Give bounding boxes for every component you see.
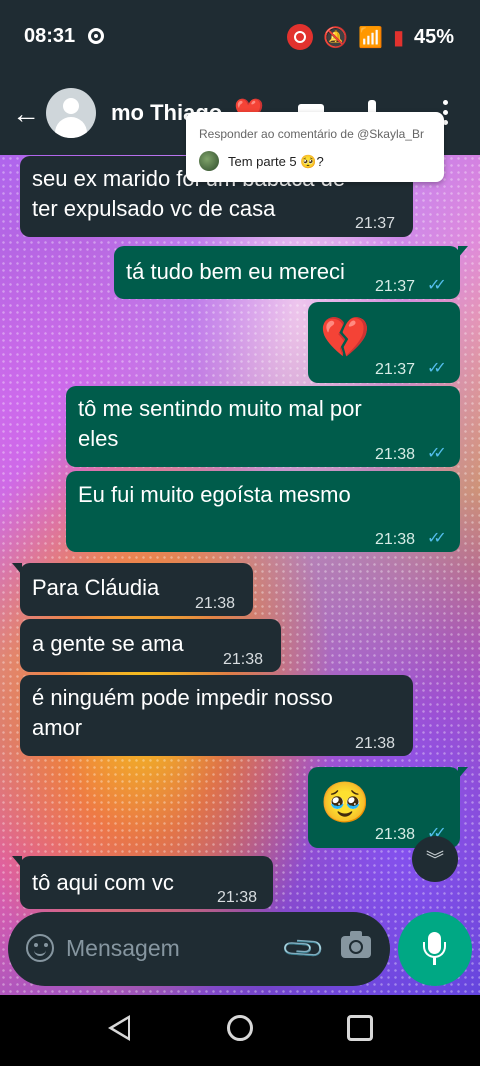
message-time: 21:38 <box>217 889 258 906</box>
message-input-bar[interactable]: Mensagem 📎 <box>8 912 390 986</box>
message-incoming[interactable]: Para Cláudia 21:38 <box>12 563 253 616</box>
message-incoming[interactable]: tô aqui com vc 21:38 <box>12 856 273 909</box>
attach-clip-icon[interactable]: 📎 <box>279 925 327 973</box>
message-time: 21:38 <box>375 826 416 843</box>
nav-home-icon[interactable] <box>227 1015 253 1041</box>
message-text: tô aqui com vc <box>32 870 174 895</box>
pleading-face-emoji: 🥹 <box>320 781 370 825</box>
message-text: Eu fui muito egoísta mesmo <box>78 482 351 507</box>
message-time: 21:38 <box>355 735 396 752</box>
commenter-avatar <box>199 151 219 171</box>
status-time: 08:31 <box>24 25 76 47</box>
back-arrow-icon[interactable]: ← <box>12 98 40 130</box>
read-ticks-icon: ✓✓ <box>427 530 447 547</box>
read-ticks-icon: ✓✓ <box>427 360 447 377</box>
message-time: 21:38 <box>195 595 236 612</box>
message-outgoing[interactable]: tá tudo bem eu mereci 21:37 ✓✓ <box>114 246 468 299</box>
status-bar: 08:31 🔕 📶 ▮ 45% <box>0 0 480 72</box>
message-text: Para Cláudia <box>32 575 160 600</box>
microphone-icon <box>423 932 446 958</box>
message-text: tô me sentindo muito mal por eles <box>78 396 362 451</box>
screen-record-icon <box>287 24 314 50</box>
broken-heart-emoji: 💔 <box>320 316 370 360</box>
contact-avatar[interactable] <box>46 88 96 138</box>
message-time: 21:38 <box>223 651 264 668</box>
message-text: a gente se ama <box>32 631 184 656</box>
read-ticks-icon: ✓✓ <box>427 277 447 294</box>
mute-bell-icon: 🔕 <box>323 26 349 49</box>
scroll-to-bottom-button[interactable]: ︾ <box>412 836 458 882</box>
battery-icon: ▮ <box>392 26 404 49</box>
nav-recents-icon[interactable] <box>347 1015 373 1041</box>
message-time: 21:37 <box>355 215 396 232</box>
battery-percent: 45% <box>413 25 454 48</box>
message-incoming[interactable]: é ninguém pode impedir nosso amor 21:38 <box>20 675 413 756</box>
read-ticks-icon: ✓✓ <box>427 445 447 462</box>
message-text: é ninguém pode impedir nosso amor <box>32 685 333 740</box>
message-text: tá tudo bem eu mereci <box>126 259 345 284</box>
reply-comment-text: Tem parte 5 🥺? <box>228 154 324 169</box>
message-time: 21:38 <box>375 446 416 463</box>
message-outgoing[interactable]: Eu fui muito egoísta mesmo 21:38 ✓✓ <box>66 471 460 552</box>
message-outgoing[interactable]: 💔 21:37 ✓✓ <box>308 302 460 383</box>
camera-icon[interactable] <box>341 931 371 958</box>
status-icons: 🔕 📶 ▮ 45% <box>287 24 454 50</box>
message-outgoing[interactable]: tô me sentindo muito mal por eles 21:38 … <box>66 386 460 467</box>
reply-title: Responder ao comentário de @Skayla_Br <box>199 127 424 141</box>
message-input[interactable]: Mensagem <box>66 935 180 962</box>
message-time: 21:37 <box>375 278 416 295</box>
system-nav-bar <box>0 995 480 1066</box>
message-time: 21:38 <box>375 531 416 548</box>
notification-dot-icon <box>88 28 104 44</box>
emoji-icon[interactable] <box>26 934 54 962</box>
message-incoming[interactable]: a gente se ama 21:38 <box>20 619 281 672</box>
message-time: 21:37 <box>375 361 416 378</box>
mic-button[interactable] <box>398 912 472 986</box>
nav-back-icon[interactable] <box>108 1015 130 1041</box>
reply-comment-card: Responder ao comentário de @Skayla_Br Te… <box>186 112 444 182</box>
signal-icon: 📶 <box>358 26 383 49</box>
double-chevron-down-icon: ︾ <box>426 850 444 870</box>
